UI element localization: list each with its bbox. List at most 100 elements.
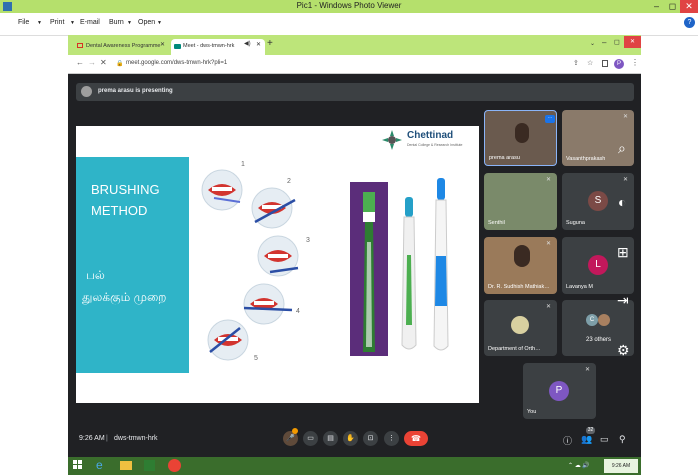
avatar: L xyxy=(588,255,608,275)
close-button[interactable]: ✕ xyxy=(680,0,698,13)
menu-dots-icon[interactable]: ⋮ xyxy=(631,58,639,67)
camera-button[interactable]: ▭ xyxy=(303,431,318,446)
chevron-down-icon: ▼ xyxy=(127,20,132,26)
settings-charm-icon[interactable]: ⚙ xyxy=(617,342,630,359)
participant-name: Lavanya M xyxy=(566,284,593,290)
lock-icon: 🔒 xyxy=(116,61,124,67)
person-figure xyxy=(514,245,530,267)
present-button[interactable]: ⊡ xyxy=(363,431,378,446)
presenting-banner: prema arasu is presenting xyxy=(76,83,634,101)
windows-taskbar: e ⌃ ☁ 🔊 9:26 AM xyxy=(68,457,641,475)
url-text[interactable]: meet.google.com/dws-tmwn-hrk?pli=1 xyxy=(126,60,227,66)
person-figure xyxy=(515,123,529,143)
participant-name: Suguna xyxy=(566,220,585,226)
mic-off-icon: ✕ xyxy=(585,367,591,373)
close-tab-icon[interactable]: ✕ xyxy=(256,41,261,48)
excel-icon[interactable] xyxy=(144,460,155,471)
meet-icon xyxy=(174,44,181,49)
minimize-button[interactable]: – xyxy=(648,0,665,13)
step-circle-1 xyxy=(201,169,243,211)
maximize-button[interactable]: ◻ xyxy=(664,0,681,13)
file-explorer-icon[interactable] xyxy=(120,461,132,470)
chat-icon[interactable]: ▭ xyxy=(600,434,609,445)
menu-burn[interactable]: Burn xyxy=(109,19,124,26)
presenter-avatar xyxy=(81,86,92,97)
participant-name: 23 others xyxy=(586,337,612,343)
share-charm-icon[interactable]: ◐ xyxy=(618,194,626,210)
profile-avatar[interactable]: P xyxy=(614,59,624,69)
browser-maximize-button[interactable]: ◻ xyxy=(614,38,620,46)
more-options-button[interactable]: ⋮ xyxy=(384,431,399,446)
activities-icon[interactable]: ⚲ xyxy=(619,434,626,445)
slide-tamil-line2: துலக்கும் முறை xyxy=(82,290,167,304)
slide-brand: Chettinad xyxy=(407,130,454,141)
participant-tile[interactable]: ⋯ prema arasu xyxy=(484,110,557,166)
end-call-button[interactable]: ☎ xyxy=(404,431,428,446)
tab-label: Meet - dws-tmwn-hrk xyxy=(183,43,235,49)
chevron-down-icon: ▼ xyxy=(157,20,162,26)
windows-start-icon[interactable] xyxy=(73,460,83,470)
start-charm-icon[interactable]: ⊞ xyxy=(617,244,629,261)
participant-tile[interactable]: ✕ Senthil xyxy=(484,173,557,230)
menu-open[interactable]: Open xyxy=(138,19,155,26)
browser-tab-bar: Dental Awareness Programme 2… ✕ Meet - d… xyxy=(68,35,641,63)
stop-icon[interactable]: ✕ xyxy=(100,58,107,67)
meeting-code: dws-tmwn-hrk xyxy=(114,435,158,442)
browser-close-button[interactable]: ✕ xyxy=(624,36,641,48)
back-icon[interactable]: ← xyxy=(76,58,84,67)
tab-dental-awareness[interactable]: Dental Awareness Programme 2… xyxy=(74,39,168,63)
step-circle-3 xyxy=(257,235,299,277)
edge-browser-icon[interactable]: e xyxy=(96,458,103,472)
devices-charm-icon[interactable]: ⇥ xyxy=(617,292,629,309)
taskbar-clock[interactable]: 9:26 AM xyxy=(604,459,638,473)
mic-off-icon: ✕ xyxy=(546,177,552,183)
search-icon[interactable]: ⌕ xyxy=(618,140,626,157)
address-bar: ← → ✕ 🔒 meet.google.com/dws-tmwn-hrk?pli… xyxy=(68,55,641,74)
slide-title-line1: BRUSHING xyxy=(91,182,160,197)
participant-name: Dr. R. Sudhish Mathiak… xyxy=(488,284,550,290)
viewer-menu-bar: File ▼ Print ▼ E-mail Burn ▼ Open ▼ ? xyxy=(0,13,698,36)
step-circle-2 xyxy=(251,187,296,229)
brushing-steps-illustration xyxy=(200,160,325,370)
reading-list-icon[interactable] xyxy=(602,60,608,67)
step-number: 5 xyxy=(254,355,258,362)
captions-button[interactable]: ▤ xyxy=(323,431,338,446)
chevron-down-icon: ▼ xyxy=(37,20,42,26)
menu-file[interactable]: File xyxy=(18,19,29,26)
mic-off-icon: ✕ xyxy=(623,177,629,183)
step-number: 1 xyxy=(241,161,245,168)
participant-name: Senthil xyxy=(488,220,505,226)
participant-tile[interactable]: ✕ Vasanthprakash xyxy=(562,110,634,166)
participant-tile-self[interactable]: P ✕ You xyxy=(523,363,596,419)
menu-print[interactable]: Print xyxy=(50,19,64,26)
viewer-title-bar: Pic1 - Windows Photo Viewer – ◻ ✕ xyxy=(0,0,698,13)
star-icon[interactable]: ☆ xyxy=(587,59,593,67)
new-tab-button[interactable]: + xyxy=(267,38,273,49)
forward-icon[interactable]: → xyxy=(88,58,96,67)
close-tab-icon[interactable]: ✕ xyxy=(160,41,165,48)
gmail-icon xyxy=(77,43,83,48)
presenting-text: prema arasu is presenting xyxy=(98,88,173,94)
participant-tile[interactable]: ✕ Dr. R. Sudhish Mathiak… xyxy=(484,237,557,294)
participant-count-badge: 32 xyxy=(586,427,595,434)
chettinad-logo-icon xyxy=(380,128,404,152)
share-icon[interactable]: ⇪ xyxy=(573,59,579,67)
more-options-icon[interactable]: ⋯ xyxy=(545,115,555,123)
participant-tile[interactable]: ✕ Department of Orth… xyxy=(484,300,557,356)
menu-email[interactable]: E-mail xyxy=(80,19,100,26)
meeting-time: 9:26 AM xyxy=(79,435,105,442)
people-icon[interactable]: 👥 xyxy=(581,434,592,445)
avatar xyxy=(598,314,610,326)
chevron-down-icon: ▼ xyxy=(70,20,75,26)
browser-minimize-button[interactable]: – xyxy=(602,38,606,47)
help-icon[interactable]: ? xyxy=(684,17,695,28)
tab-search-icon[interactable]: ⌄ xyxy=(590,40,595,47)
participant-name: Vasanthprakash xyxy=(566,156,606,162)
avatar: P xyxy=(549,381,569,401)
raise-hand-button[interactable]: ✋ xyxy=(343,431,358,446)
info-icon[interactable]: ⓘ xyxy=(563,434,572,447)
system-tray-icons[interactable]: ⌃ ☁ 🔊 xyxy=(568,462,590,469)
avatar: C xyxy=(586,314,598,326)
chrome-icon[interactable] xyxy=(168,459,181,472)
tab-meet[interactable]: Meet - dws-tmwn-hrk xyxy=(171,39,265,55)
